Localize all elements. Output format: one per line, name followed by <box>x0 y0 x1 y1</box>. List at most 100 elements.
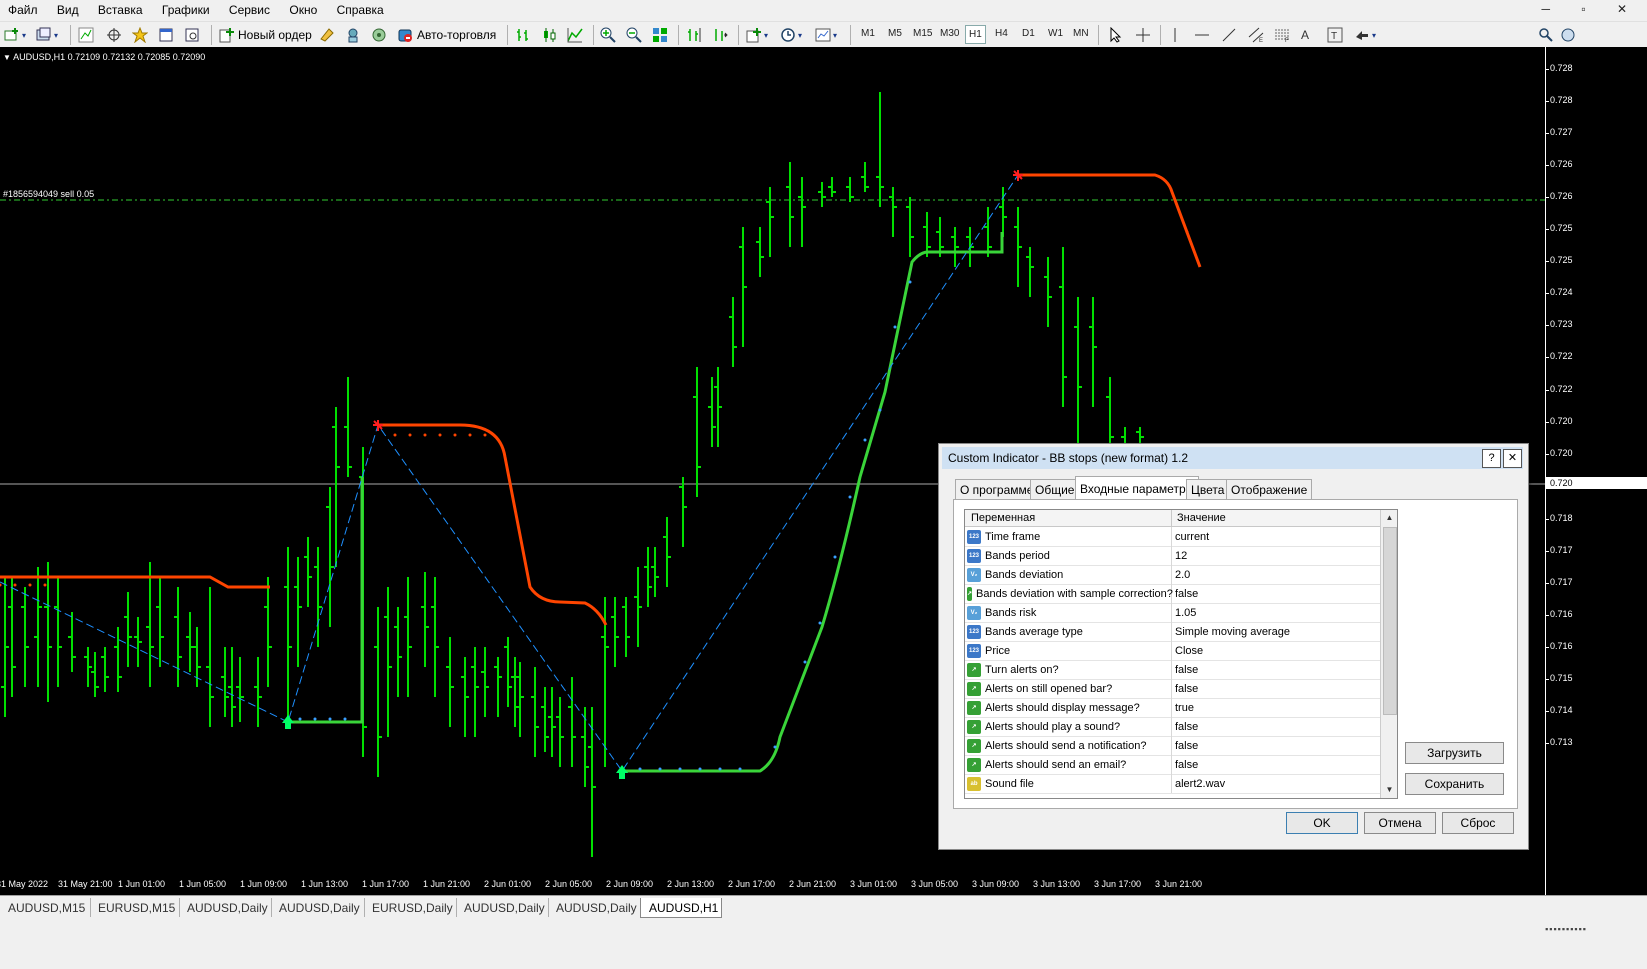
input-value[interactable]: true <box>1173 698 1382 717</box>
input-row[interactable]: 123 Price Close <box>965 641 1380 661</box>
timeframe-m5[interactable]: M5 <box>888 28 902 39</box>
tab-common[interactable]: Общие <box>1030 479 1080 500</box>
chart-tab[interactable]: AUDUSD,Daily <box>179 898 272 917</box>
new-order-button[interactable]: Новый ордер <box>219 25 312 45</box>
input-value[interactable]: false <box>1173 679 1382 698</box>
text-label-icon[interactable]: T <box>1327 25 1343 45</box>
input-row[interactable]: ↗ Alerts should display message? true <box>965 698 1380 718</box>
close-button[interactable]: ✕ <box>1503 449 1522 468</box>
timeframe-h4[interactable]: H4 <box>995 28 1008 39</box>
zoom-out-icon[interactable] <box>626 25 642 45</box>
community-icon[interactable] <box>1560 25 1576 45</box>
input-row[interactable]: V₂ Bands risk 1.05 <box>965 603 1380 623</box>
input-row[interactable]: ↗ Turn alerts on? false <box>965 660 1380 680</box>
menu-file[interactable]: Файл <box>0 0 46 17</box>
profiles-icon[interactable]: ▾ <box>36 25 58 45</box>
timeframe-d1[interactable]: D1 <box>1022 28 1035 39</box>
signals-icon[interactable] <box>345 25 361 45</box>
window-controls[interactable]: ─ ▫ ✕ <box>1542 2 1641 16</box>
input-value[interactable]: false <box>1173 584 1382 603</box>
tile-windows-icon[interactable] <box>652 25 668 45</box>
tab-visualization[interactable]: Отображение <box>1226 479 1313 500</box>
chart-tab[interactable]: AUDUSD,H1 <box>640 898 722 918</box>
equidistant-channel-icon[interactable]: E <box>1248 25 1264 45</box>
menu-insert[interactable]: Вставка <box>90 0 151 17</box>
input-value[interactable]: alert2.wav <box>1173 774 1382 793</box>
input-value[interactable]: false <box>1173 717 1382 736</box>
input-value[interactable]: false <box>1173 660 1382 679</box>
chart-shift-icon[interactable] <box>686 25 702 45</box>
chart-tab[interactable]: EURUSD,Daily <box>364 898 457 917</box>
input-value[interactable]: Close <box>1173 641 1382 660</box>
chart-tab[interactable]: AUDUSD,M15 <box>0 898 91 917</box>
input-value[interactable]: false <box>1173 736 1382 755</box>
cursor-icon[interactable] <box>1108 25 1124 45</box>
chart-tab[interactable]: EURUSD,M15 <box>90 898 180 917</box>
menu-charts[interactable]: Графики <box>154 0 218 17</box>
navigator-icon[interactable] <box>132 25 148 45</box>
input-value[interactable]: Simple moving average <box>1173 622 1382 641</box>
save-button[interactable]: Сохранить <box>1405 773 1504 795</box>
input-value[interactable]: current <box>1173 527 1382 546</box>
autotrading-button[interactable]: Авто-торговля <box>397 25 496 45</box>
input-row[interactable]: ↗ Alerts should send an email? false <box>965 755 1380 775</box>
grid-scrollbar[interactable]: ▲ ▼ <box>1380 510 1397 798</box>
input-row[interactable]: ↗ Alerts on still opened bar? false <box>965 679 1380 699</box>
chart-tab[interactable]: AUDUSD,Daily <box>548 898 641 917</box>
templates-icon[interactable]: ▾ <box>815 25 837 45</box>
zoom-in-icon[interactable] <box>600 25 616 45</box>
data-window-icon[interactable] <box>106 25 122 45</box>
input-row[interactable]: ↗ Bands deviation with sample correction?… <box>965 584 1380 604</box>
help-button[interactable]: ? <box>1482 449 1501 468</box>
cancel-button[interactable]: Отмена <box>1364 812 1436 834</box>
menu-help[interactable]: Справка <box>329 0 392 17</box>
col-value[interactable]: Значение <box>1177 512 1226 524</box>
autoscroll-icon[interactable] <box>712 25 728 45</box>
trendline-icon[interactable] <box>1221 25 1237 45</box>
input-value[interactable]: 2.0 <box>1173 565 1382 584</box>
bar-chart-icon[interactable] <box>515 25 531 45</box>
timeframe-m15[interactable]: M15 <box>913 28 932 39</box>
indicators-icon[interactable]: ▾ <box>746 25 768 45</box>
new-chart-icon[interactable]: ▾ <box>4 25 26 45</box>
scroll-up-icon[interactable]: ▲ <box>1381 510 1397 526</box>
timeframe-mn[interactable]: MN <box>1073 28 1089 39</box>
line-chart-icon[interactable] <box>567 25 583 45</box>
crosshair-icon[interactable] <box>1135 25 1151 45</box>
ok-button[interactable]: OK <box>1286 812 1358 834</box>
input-row[interactable]: V₂ Bands deviation 2.0 <box>965 565 1380 585</box>
menu-tools[interactable]: Сервис <box>221 0 278 17</box>
terminal-icon[interactable] <box>158 25 174 45</box>
input-row[interactable]: ab Sound file alert2.wav <box>965 774 1380 794</box>
menu-window[interactable]: Окно <box>281 0 325 17</box>
timeframe-m30[interactable]: M30 <box>940 28 959 39</box>
timeframe-w1[interactable]: W1 <box>1048 28 1063 39</box>
text-tool-icon[interactable]: A <box>1301 25 1309 45</box>
candlestick-icon[interactable] <box>541 25 557 45</box>
tab-inputs[interactable]: Входные параметры <box>1075 476 1200 500</box>
load-button[interactable]: Загрузить <box>1405 742 1504 764</box>
input-row[interactable]: ↗ Alerts should play a sound? false <box>965 717 1380 737</box>
scroll-thumb[interactable] <box>1383 527 1397 715</box>
horizontal-line-icon[interactable] <box>1194 25 1210 45</box>
search-icon[interactable] <box>1538 25 1554 45</box>
strategy-tester-icon[interactable] <box>184 25 200 45</box>
input-value[interactable]: 1.05 <box>1173 603 1382 622</box>
arrows-icon[interactable]: ▾ <box>1354 25 1376 45</box>
vertical-line-icon[interactable] <box>1167 25 1183 45</box>
menu-view[interactable]: Вид <box>49 0 87 17</box>
tab-colors[interactable]: Цвета <box>1186 479 1230 500</box>
input-row[interactable]: 123 Time frame current <box>965 527 1380 547</box>
tab-about[interactable]: О программе <box>955 479 1039 500</box>
col-variable[interactable]: Переменная <box>971 512 1035 524</box>
input-value[interactable]: false <box>1173 755 1382 774</box>
input-row[interactable]: ↗ Alerts should send a notification? false <box>965 736 1380 756</box>
reset-button[interactable]: Сброс <box>1442 812 1514 834</box>
chart-tab[interactable]: AUDUSD,Daily <box>271 898 365 917</box>
order-label[interactable]: #1856594049 sell 0.05 <box>3 189 94 199</box>
input-row[interactable]: 123 Bands period 12 <box>965 546 1380 566</box>
input-value[interactable]: 12 <box>1173 546 1382 565</box>
scroll-down-icon[interactable]: ▼ <box>1381 782 1397 798</box>
vps-icon[interactable] <box>371 25 387 45</box>
input-row[interactable]: 123 Bands average type Simple moving avera… <box>965 622 1380 642</box>
